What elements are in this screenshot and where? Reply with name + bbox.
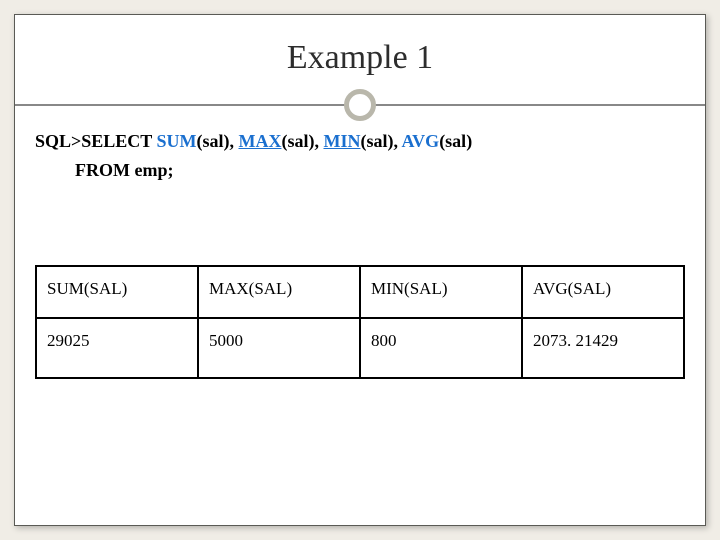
table-header-row: SUM(SAL) MAX(SAL) MIN(SAL) AVG(SAL): [36, 266, 684, 318]
arg-min: (sal),: [360, 131, 401, 151]
col-header-min: MIN(SAL): [360, 266, 522, 318]
cell-max: 5000: [198, 318, 360, 378]
result-table: SUM(SAL) MAX(SAL) MIN(SAL) AVG(SAL) 2902…: [35, 265, 685, 379]
arg-max: (sal),: [281, 131, 323, 151]
slide-title: Example 1: [15, 39, 705, 77]
col-header-max: MAX(SAL): [198, 266, 360, 318]
arg-avg: (sal): [439, 131, 472, 151]
divider-circle-icon: [344, 89, 376, 121]
slide-frame: Example 1 SQL>SELECT SUM(sal), MAX(sal),…: [14, 14, 706, 526]
cell-min: 800: [360, 318, 522, 378]
sql-line-2: FROM emp;: [35, 156, 685, 185]
kw-sum: SUM: [156, 131, 196, 151]
sql-query-block: SQL>SELECT SUM(sal), MAX(sal), MIN(sal),…: [35, 127, 685, 185]
sql-line-1: SQL>SELECT SUM(sal), MAX(sal), MIN(sal),…: [35, 127, 685, 156]
col-header-sum: SUM(SAL): [36, 266, 198, 318]
col-header-avg: AVG(SAL): [522, 266, 684, 318]
arg-sum: (sal),: [196, 131, 238, 151]
kw-avg: AVG: [402, 131, 440, 151]
cell-sum: 29025: [36, 318, 198, 378]
kw-max: MAX: [238, 131, 281, 151]
sql-prefix: SQL>SELECT: [35, 131, 156, 151]
table-row: 29025 5000 800 2073. 21429: [36, 318, 684, 378]
title-divider: [15, 87, 705, 123]
cell-avg: 2073. 21429: [522, 318, 684, 378]
kw-min: MIN: [323, 131, 360, 151]
